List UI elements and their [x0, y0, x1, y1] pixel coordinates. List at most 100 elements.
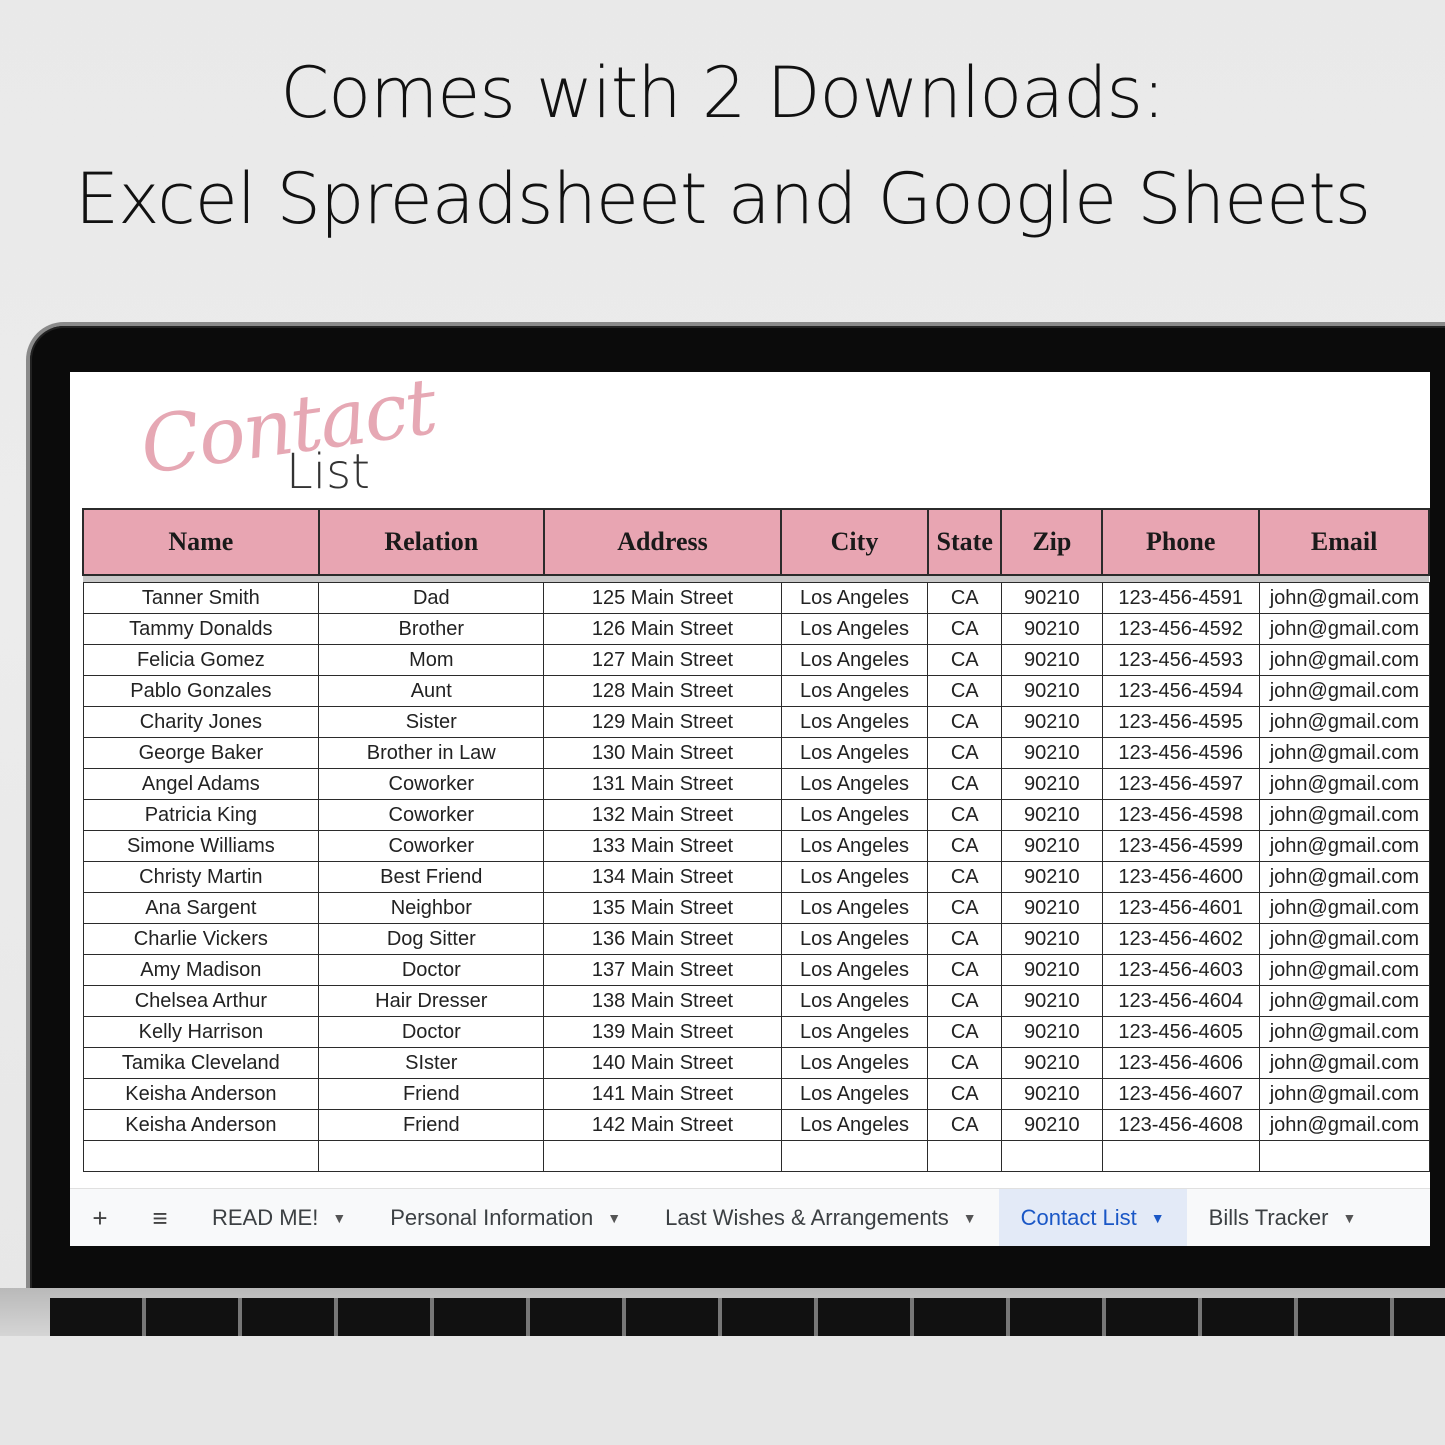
cell-address[interactable]: 129 Main Street — [543, 706, 782, 738]
cell-name[interactable]: Christy Martin — [82, 861, 320, 893]
caret-down-icon[interactable]: ▼ — [1151, 1210, 1165, 1226]
cell-phone[interactable]: 123-456-4603 — [1101, 954, 1260, 986]
cell-phone[interactable]: 123-456-4598 — [1101, 799, 1260, 831]
column-header-address[interactable]: Address — [542, 508, 783, 576]
column-header-relation[interactable]: Relation — [317, 508, 545, 576]
cell-name[interactable]: Patricia King — [82, 799, 320, 831]
cell-phone[interactable]: 123-456-4592 — [1101, 613, 1260, 645]
cell-email[interactable]: john@gmail.com — [1258, 923, 1430, 955]
cell-city[interactable]: Los Angeles — [780, 830, 929, 862]
cell-zip[interactable]: 90210 — [1000, 706, 1103, 738]
cell-city[interactable]: Los Angeles — [780, 582, 929, 614]
cell-address[interactable]: 131 Main Street — [543, 768, 782, 800]
cell-email[interactable]: john@gmail.com — [1258, 892, 1430, 924]
column-header-city[interactable]: City — [780, 508, 929, 576]
cell-address[interactable]: 139 Main Street — [543, 1016, 782, 1048]
cell-address[interactable]: 141 Main Street — [543, 1078, 782, 1110]
cell-zip[interactable]: 90210 — [1000, 861, 1103, 893]
cell-relation[interactable]: Doctor — [318, 954, 545, 986]
column-header-name[interactable]: Name — [82, 508, 320, 576]
cell-zip[interactable]: 90210 — [1000, 954, 1103, 986]
cell-state[interactable]: CA — [927, 954, 1002, 986]
cell-city[interactable]: Los Angeles — [780, 892, 929, 924]
cell-address[interactable]: 134 Main Street — [543, 861, 782, 893]
cell-name[interactable]: Amy Madison — [82, 954, 320, 986]
cell-city[interactable]: Los Angeles — [780, 1078, 929, 1110]
cell-city[interactable]: Los Angeles — [780, 985, 929, 1017]
cell-email[interactable]: john@gmail.com — [1258, 737, 1430, 769]
cell-email[interactable]: john@gmail.com — [1258, 830, 1430, 862]
cell-state[interactable]: CA — [927, 644, 1002, 676]
sheet-tab-contact-list[interactable]: Contact List ▼ — [998, 1189, 1187, 1246]
cell-zip[interactable]: 90210 — [1000, 892, 1103, 924]
cell-city[interactable]: Los Angeles — [780, 799, 929, 831]
cell-city[interactable]: Los Angeles — [780, 644, 929, 676]
cell-relation[interactable]: Coworker — [318, 768, 545, 800]
cell-relation[interactable]: Doctor — [318, 1016, 545, 1048]
freeze-divider[interactable] — [83, 575, 1429, 583]
cell-zip[interactable]: 90210 — [1000, 985, 1103, 1017]
cell-city[interactable]: Los Angeles — [780, 675, 929, 707]
cell-phone[interactable]: 123-456-4599 — [1101, 830, 1260, 862]
cell-zip[interactable]: 90210 — [1000, 644, 1103, 676]
cell-empty[interactable] — [1258, 1140, 1430, 1172]
cell-address[interactable]: 132 Main Street — [543, 799, 782, 831]
cell-zip[interactable]: 90210 — [1000, 613, 1103, 645]
cell-name[interactable]: George Baker — [82, 737, 320, 769]
cell-city[interactable]: Los Angeles — [780, 861, 929, 893]
cell-email[interactable]: john@gmail.com — [1258, 613, 1430, 645]
cell-name[interactable]: Tammy Donalds — [82, 613, 320, 645]
cell-city[interactable]: Los Angeles — [780, 954, 929, 986]
cell-phone[interactable]: 123-456-4601 — [1101, 892, 1260, 924]
cell-address[interactable]: 128 Main Street — [543, 675, 782, 707]
caret-down-icon[interactable]: ▼ — [607, 1210, 621, 1226]
cell-state[interactable]: CA — [927, 706, 1002, 738]
cell-state[interactable]: CA — [927, 1109, 1002, 1141]
cell-phone[interactable]: 123-456-4602 — [1101, 923, 1260, 955]
cell-zip[interactable]: 90210 — [1000, 1047, 1103, 1079]
cell-name[interactable]: Ana Sargent — [82, 892, 320, 924]
cell-phone[interactable]: 123-456-4600 — [1101, 861, 1260, 893]
cell-relation[interactable]: Friend — [318, 1078, 545, 1110]
cell-name[interactable]: Charlie Vickers — [82, 923, 320, 955]
cell-email[interactable]: john@gmail.com — [1258, 582, 1430, 614]
cell-address[interactable]: 125 Main Street — [543, 582, 782, 614]
cell-email[interactable]: john@gmail.com — [1258, 1078, 1430, 1110]
column-header-zip[interactable]: Zip — [1000, 508, 1104, 576]
cell-zip[interactable]: 90210 — [1000, 923, 1103, 955]
cell-name[interactable]: Kelly Harrison — [82, 1016, 320, 1048]
cell-relation[interactable]: SIster — [318, 1047, 545, 1079]
cell-state[interactable]: CA — [927, 737, 1002, 769]
cell-relation[interactable]: Dad — [318, 582, 545, 614]
cell-email[interactable]: john@gmail.com — [1258, 675, 1430, 707]
all-sheets-menu-icon[interactable]: ≡ — [130, 1203, 190, 1234]
cell-phone[interactable]: 123-456-4594 — [1101, 675, 1260, 707]
cell-relation[interactable]: Friend — [318, 1109, 545, 1141]
cell-zip[interactable]: 90210 — [1000, 1078, 1103, 1110]
cell-phone[interactable]: 123-456-4608 — [1101, 1109, 1260, 1141]
cell-empty[interactable] — [318, 1140, 545, 1172]
cell-name[interactable]: Charity Jones — [82, 706, 320, 738]
caret-down-icon[interactable]: ▼ — [963, 1210, 977, 1226]
cell-address[interactable]: 136 Main Street — [543, 923, 782, 955]
cell-address[interactable]: 130 Main Street — [543, 737, 782, 769]
cell-name[interactable]: Keisha Anderson — [82, 1078, 320, 1110]
cell-relation[interactable]: Dog Sitter — [318, 923, 545, 955]
cell-state[interactable]: CA — [927, 830, 1002, 862]
cell-city[interactable]: Los Angeles — [780, 706, 929, 738]
sheet-tab-read-me[interactable]: READ ME! ▼ — [190, 1189, 368, 1246]
cell-phone[interactable]: 123-456-4597 — [1101, 768, 1260, 800]
cell-zip[interactable]: 90210 — [1000, 737, 1103, 769]
cell-zip[interactable]: 90210 — [1000, 768, 1103, 800]
cell-phone[interactable]: 123-456-4595 — [1101, 706, 1260, 738]
cell-address[interactable]: 127 Main Street — [543, 644, 782, 676]
caret-down-icon[interactable]: ▼ — [1342, 1210, 1356, 1226]
cell-address[interactable]: 137 Main Street — [543, 954, 782, 986]
cell-relation[interactable]: Coworker — [318, 799, 545, 831]
cell-name[interactable]: Felicia Gomez — [82, 644, 320, 676]
cell-address[interactable]: 138 Main Street — [543, 985, 782, 1017]
cell-state[interactable]: CA — [927, 613, 1002, 645]
cell-relation[interactable]: Neighbor — [318, 892, 545, 924]
cell-address[interactable]: 133 Main Street — [543, 830, 782, 862]
cell-email[interactable]: john@gmail.com — [1258, 644, 1430, 676]
